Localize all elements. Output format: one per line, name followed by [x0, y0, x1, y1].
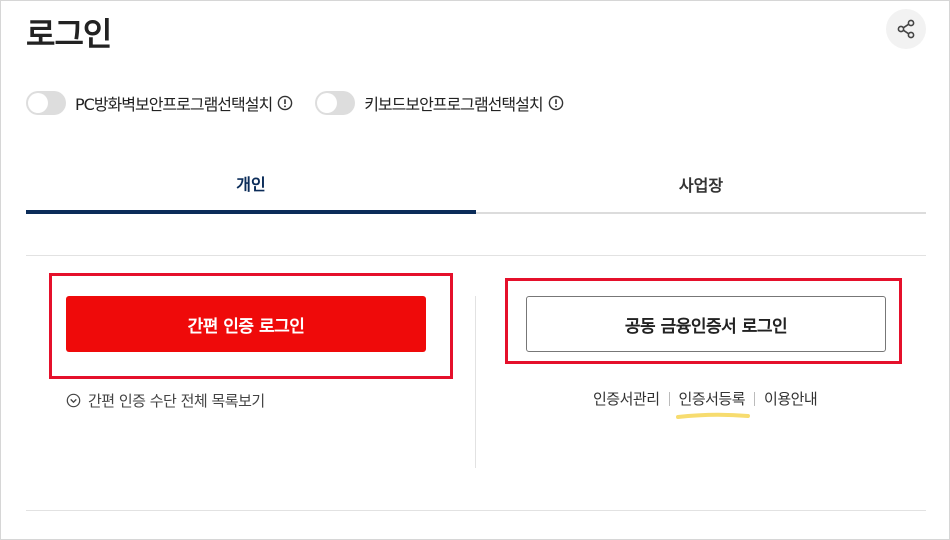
keyboard-toggle-item: 키보드보안프로그램선택설치 [315, 91, 563, 115]
firewall-toggle-item: PC방화벽보안프로그램선택설치 [26, 91, 293, 115]
page-title: 로그인 [26, 15, 112, 53]
simple-auth-list-label: 간편 인증 수단 전체 목록보기 [88, 392, 265, 410]
section-divider-bottom [26, 510, 926, 511]
firewall-toggle-label: PC방화벽보안프로그램선택설치 [75, 95, 273, 114]
chevron-down-circle-icon [66, 393, 81, 408]
simple-auth-list-link[interactable]: 간편 인증 수단 전체 목록보기 [66, 390, 265, 411]
link-separator [754, 391, 756, 406]
section-divider-top [26, 255, 926, 256]
share-icon [897, 19, 915, 39]
highlight-underline [675, 412, 750, 419]
usage-guide-link[interactable]: 이용안내 [764, 388, 818, 409]
firewall-toggle-switch[interactable] [26, 91, 66, 115]
cert-register-label: 인증서등록 [678, 390, 746, 408]
link-separator [668, 391, 670, 406]
highlight-frame-cert-auth [505, 278, 902, 364]
cert-register-link[interactable]: 인증서등록 [675, 388, 750, 419]
tab-personal[interactable]: 개인 [26, 156, 476, 214]
cert-links: 인증서관리 인증서등록 이용안내 [593, 388, 818, 419]
info-circle-icon[interactable] [548, 95, 564, 111]
tab-business[interactable]: 사업장 [476, 156, 926, 212]
page-frame: 로그인 PC방화벽보안프로그램선택설치 키보드보안프로그램선택설치 개인 사업장… [0, 0, 950, 540]
keyboard-toggle-switch[interactable] [315, 91, 356, 115]
info-circle-icon[interactable] [277, 95, 293, 111]
highlight-frame-simple-auth [49, 273, 453, 379]
cert-manage-link[interactable]: 인증서관리 [593, 388, 660, 409]
security-toggle-row: PC방화벽보안프로그램선택설치 키보드보안프로그램선택설치 [26, 91, 586, 115]
column-divider [475, 296, 476, 468]
login-type-tabs: 개인 사업장 [26, 156, 926, 214]
keyboard-toggle-label: 키보드보안프로그램선택설치 [364, 95, 543, 114]
share-button[interactable] [886, 9, 926, 49]
